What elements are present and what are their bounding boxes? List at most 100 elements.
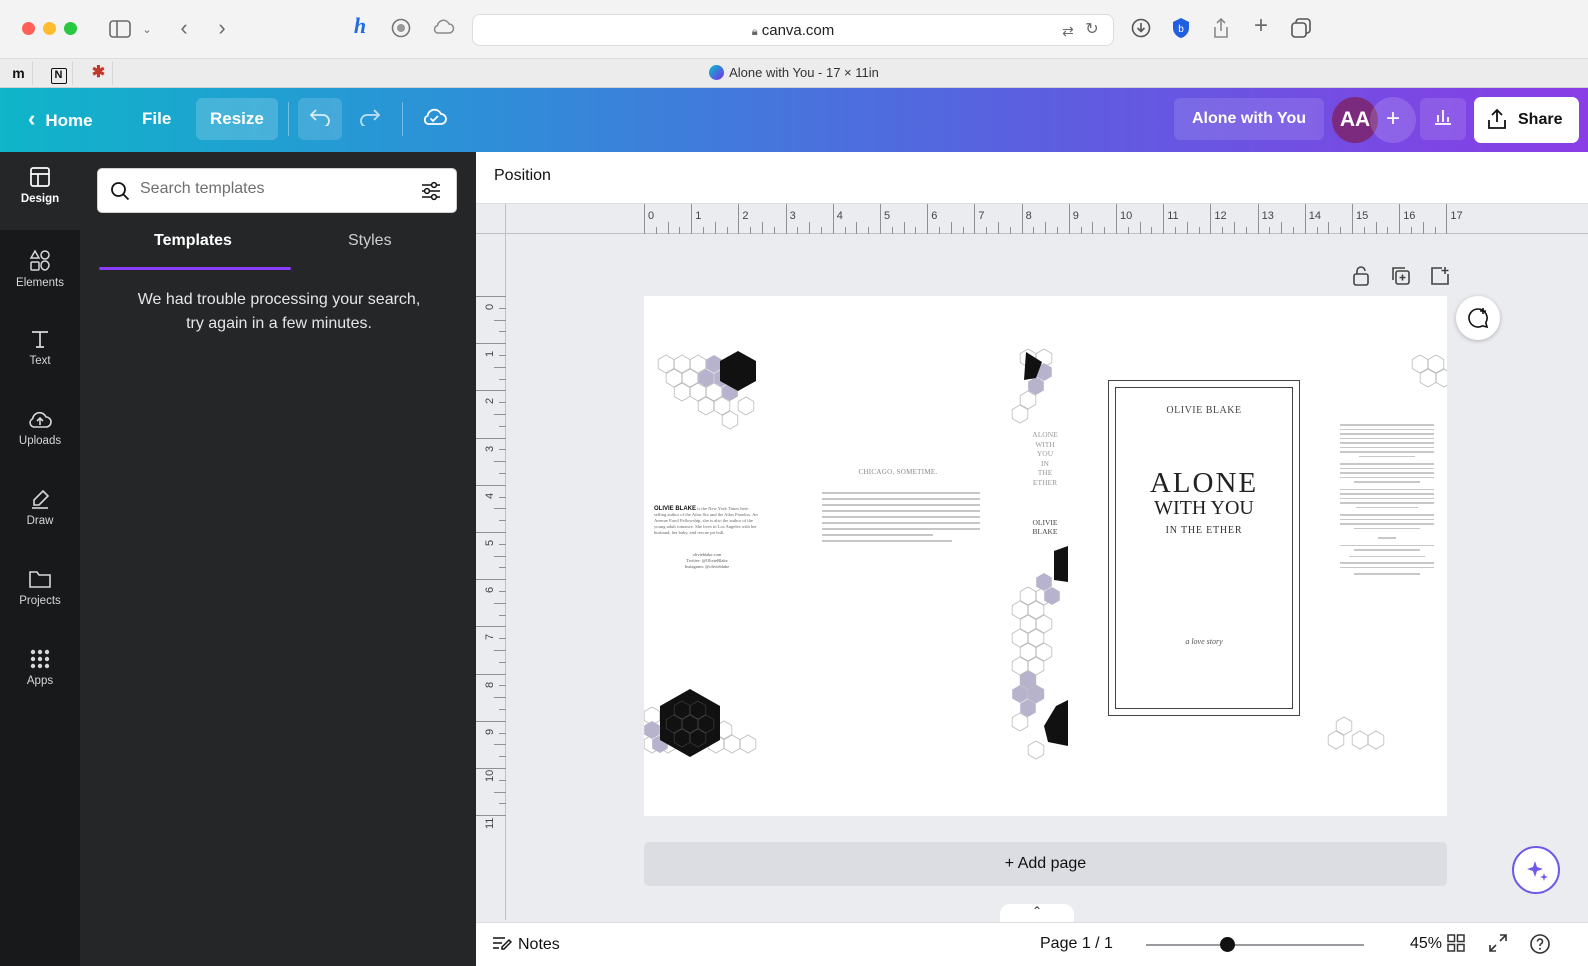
grid-view-icon[interactable] [1444,933,1468,957]
text-icon [32,331,48,348]
globe-extension-icon[interactable] [390,18,412,42]
insights-chart-icon[interactable] [1420,98,1466,140]
undo-icon[interactable] [298,98,342,140]
reload-icon[interactable]: ↻ [1083,20,1101,40]
ruler-minor-tick [1387,227,1389,234]
design-page[interactable]: OLIVIE BLAKE is the New York Times best-… [644,296,1447,816]
filter-sliders-icon[interactable] [420,180,442,202]
ruler-label: 5 [884,210,891,222]
ruler-label: 8 [1025,210,1032,222]
duplicate-page-icon[interactable] [1388,266,1414,292]
ruler-minor-tick [1281,222,1283,234]
close-window-button[interactable] [22,22,35,35]
spine-author: OLIVIE BLAKE [1032,518,1058,536]
forward-icon[interactable]: › [214,17,230,39]
ruler-tick [1352,204,1353,234]
ruler-label: 6 [931,210,938,222]
resize-button[interactable]: Resize [196,98,278,140]
ruler-minor-tick [809,222,811,234]
ruler-corner [476,204,506,234]
maximize-window-button[interactable] [64,22,77,35]
zoom-value[interactable]: 45% [1410,935,1442,953]
rail-item-uploads[interactable]: Uploads [0,394,80,462]
add-page-button[interactable]: + Add page [644,842,1447,886]
add-comment-button[interactable] [1456,296,1500,340]
search-icon [111,182,130,201]
ruler-tick [476,343,506,345]
magic-assistant-button[interactable] [1512,846,1560,894]
ruler-minor-tick [1316,227,1318,234]
new-tab-icon[interactable]: + [1250,14,1272,38]
help-icon[interactable] [1528,933,1552,957]
ruler-label: 2 [742,210,749,222]
ruler-minor-tick [499,543,506,545]
download-icon[interactable] [1130,18,1152,42]
redo-icon[interactable] [348,98,392,140]
ruler-minor-tick [773,227,775,234]
context-toolbar: Position [476,152,1588,204]
shield-extension-icon[interactable]: b [1170,17,1192,43]
tab-styles[interactable]: Styles [348,232,392,250]
search-box[interactable] [97,168,457,213]
editor-footer: Notes Page 1 / 1 45% [476,922,1588,966]
chicago-body-text [822,492,980,546]
ruler-label: 13 [1261,210,1274,222]
ruler-label: 2 [484,398,496,405]
ruler-minor-tick [915,227,917,234]
notes-button[interactable]: Notes [492,935,560,954]
sidebar-toggle-icon[interactable] [108,20,132,42]
ruler-tick [1116,204,1117,234]
ruler-minor-tick [499,591,506,592]
tab-templates[interactable]: Templates [154,232,232,250]
ruler-minor-tick [499,638,506,640]
rail-item-design[interactable]: Design [0,152,80,230]
add-page-icon[interactable] [1427,266,1453,292]
author-contact: olivieblake.com Twitter: @OlivieBlake In… [684,552,730,569]
back-icon[interactable]: ‹ [176,17,192,39]
ruler-minor-tick [499,709,506,710]
ruler-minor-tick [494,319,506,321]
tab-overview-icon[interactable] [1290,18,1312,42]
ruler-tick [880,204,881,234]
position-button[interactable]: Position [494,167,551,185]
chevron-down-icon[interactable]: ⌄ [140,20,154,40]
rail-item-projects[interactable]: Projects [0,554,80,622]
document-title[interactable]: Alone with You [1174,98,1325,140]
ruler-minor-tick [499,331,506,333]
ruler-label: 6 [484,587,496,594]
rail-item-elements[interactable]: Elements [0,234,80,302]
search-input[interactable] [140,180,410,198]
page-indicator[interactable]: Page 1 / 1 [1040,935,1113,953]
ruler-label: 7 [978,210,985,222]
home-button[interactable]: ‹ Home [14,98,107,140]
rail-item-text[interactable]: Text [0,314,80,382]
zoom-slider-track[interactable] [1146,944,1364,946]
rail-item-draw[interactable]: Draw [0,474,80,542]
cover-subtitle: IN THE ETHER [1165,525,1243,536]
active-tab-title[interactable]: Alone with You - 17 × 11in [0,65,1588,80]
fullscreen-icon[interactable] [1486,933,1510,957]
ruler-minor-tick [1222,227,1224,234]
address-bar[interactable]: 🔒︎ canva.com ⇄ ↻ [472,14,1114,46]
translate-icon[interactable]: ⇄ [1057,21,1079,41]
ruler-minor-tick [1186,222,1188,234]
ruler-minor-tick [499,402,506,404]
honey-extension-icon[interactable]: h [348,15,372,37]
ruler-label: 9 [1072,210,1079,222]
share-page-icon[interactable] [1210,17,1232,43]
lock-icon: 🔒︎ [751,26,758,38]
ruler-minor-tick [1198,227,1200,234]
cloud-saved-icon[interactable] [412,98,456,140]
ruler-label: 15 [1356,210,1369,222]
show-pages-handle[interactable]: ⌃ [1000,904,1074,924]
layout-icon [30,167,50,187]
left-rail: Design Elements Text Uploads Draw Projec… [0,152,80,966]
minimize-window-button[interactable] [43,22,56,35]
zoom-slider-handle[interactable] [1219,937,1235,952]
lock-page-icon[interactable] [1348,266,1374,292]
rail-item-apps[interactable]: Apps [0,634,80,702]
cloud-icon[interactable] [430,18,456,38]
share-button[interactable]: Share [1474,97,1579,143]
add-collaborator-button[interactable]: + [1370,97,1416,143]
file-menu-button[interactable]: File [128,98,185,140]
